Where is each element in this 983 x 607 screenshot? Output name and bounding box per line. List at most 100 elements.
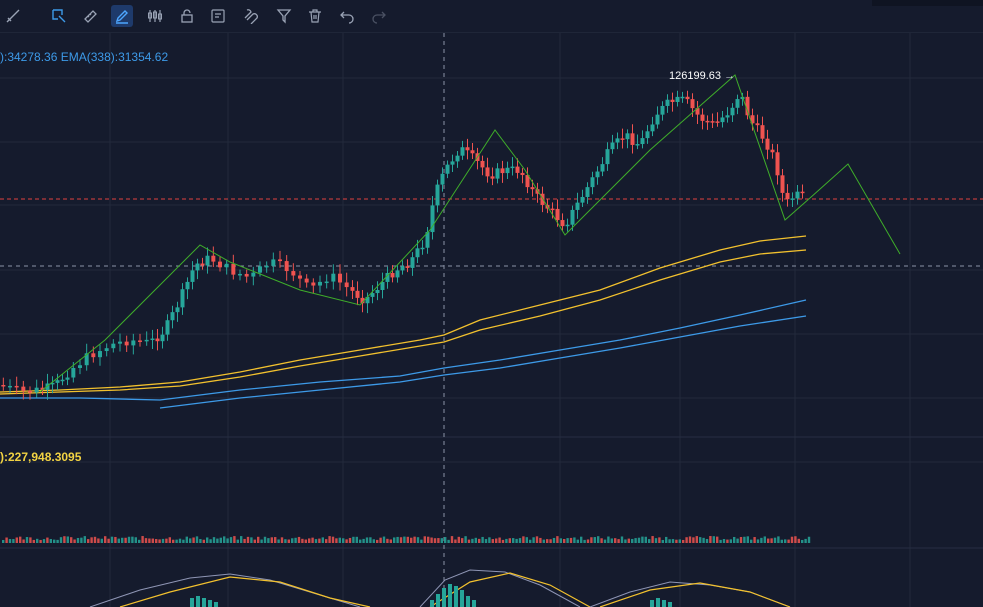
- volume-bar: [624, 539, 627, 543]
- candle-body: [155, 338, 160, 342]
- volume-bar: [767, 538, 770, 543]
- volume-bar: [223, 536, 226, 543]
- volume-indicator-label: ):227,948.3095: [0, 450, 82, 464]
- volume-bar: [161, 538, 165, 543]
- magnet-tool[interactable]: [240, 5, 262, 27]
- candle-body: [690, 99, 695, 109]
- volume-bar: [301, 538, 304, 543]
- volume-bar: [454, 539, 457, 543]
- volume-bar: [131, 536, 134, 543]
- volume-bar: [379, 537, 382, 543]
- volume-bar: [675, 539, 678, 543]
- candle-pattern-icon: [148, 10, 162, 22]
- candle-body: [650, 124, 655, 132]
- volume-bar: [365, 537, 369, 543]
- volume-bar: [668, 539, 671, 543]
- candle-body: [530, 187, 535, 190]
- candle-body: [190, 270, 195, 282]
- volume-bar: [212, 537, 216, 543]
- volume-bar: [287, 539, 290, 543]
- price-chart[interactable]: [0, 33, 983, 607]
- candle-body: [218, 261, 222, 268]
- volume-bar: [148, 538, 151, 543]
- volume-bar: [199, 539, 202, 543]
- candle-body: [291, 271, 296, 276]
- candle-body: [160, 334, 165, 342]
- volume-bar: [348, 537, 352, 543]
- volume-bar: [53, 539, 56, 543]
- candle-body: [490, 176, 495, 179]
- oscillator-line-1: [89, 573, 361, 607]
- candle-pattern-tool[interactable]: [144, 5, 166, 27]
- volume-bar: [36, 538, 39, 543]
- candle-body: [640, 138, 645, 145]
- trash-tool[interactable]: [304, 5, 326, 27]
- oscillator-line-2: [119, 576, 371, 607]
- candle-body: [580, 196, 585, 203]
- volume-bar: [359, 539, 362, 543]
- volume-bar: [321, 537, 324, 543]
- volume-bar: [121, 537, 124, 543]
- candle-body: [298, 275, 302, 279]
- candle-body: [150, 338, 155, 341]
- volume-bar: [345, 539, 348, 543]
- filter-tool[interactable]: [273, 5, 295, 27]
- edit-list-tool[interactable]: [207, 5, 229, 27]
- volume-bar: [780, 539, 783, 543]
- volume-bar: [461, 538, 464, 543]
- volume-bar: [233, 536, 236, 543]
- volume-bar: [471, 538, 474, 543]
- volume-bar: [600, 538, 603, 543]
- volume-bar: [430, 537, 433, 543]
- oscillator-bar: [430, 600, 434, 607]
- volume-bar: [206, 537, 209, 543]
- volume-bar: [138, 539, 141, 543]
- crosshair-tool[interactable]: [2, 5, 24, 27]
- volume-bar: [474, 537, 477, 543]
- candle-body: [440, 173, 445, 185]
- candle-body: [635, 144, 640, 146]
- pen-draw-tool[interactable]: [111, 5, 133, 27]
- candle-body: [165, 320, 170, 335]
- oscillator-bar: [436, 594, 440, 607]
- volume-bar: [750, 539, 753, 543]
- volume-bar: [518, 538, 522, 543]
- volume-bar: [311, 537, 314, 543]
- candle-body: [520, 172, 525, 176]
- oscillator-bar: [650, 600, 654, 607]
- ruler-tool[interactable]: [79, 5, 101, 27]
- volume-bar: [42, 539, 46, 543]
- volume-bar: [651, 536, 654, 543]
- volume-bar: [777, 536, 780, 543]
- candle-body: [311, 282, 316, 286]
- select-tool[interactable]: [48, 5, 70, 27]
- volume-bar: [104, 536, 107, 543]
- candle-body: [765, 138, 770, 150]
- volume-bar: [236, 539, 239, 543]
- candle-body: [645, 131, 650, 139]
- redo-button[interactable]: [368, 5, 390, 27]
- candle-body: [324, 281, 329, 284]
- candle-body: [460, 147, 465, 156]
- oscillator-bar: [460, 590, 464, 607]
- volume-bar: [63, 536, 66, 543]
- candle-body: [550, 208, 555, 211]
- volume-bar: [641, 536, 644, 543]
- volume-bar: [413, 536, 416, 543]
- candle-body: [725, 115, 730, 118]
- volume-bar: [794, 536, 797, 543]
- candle-body: [730, 107, 735, 116]
- undo-button[interactable]: [336, 5, 358, 27]
- lock-tool[interactable]: [176, 5, 198, 27]
- volume-bar: [784, 539, 787, 543]
- volume-bar: [678, 539, 681, 543]
- volume-bar: [549, 539, 552, 543]
- volume-bar: [178, 538, 182, 543]
- volume-bar: [801, 539, 804, 543]
- candle-body: [415, 248, 420, 258]
- volume-bar: [726, 539, 729, 543]
- candle-body: [795, 191, 800, 199]
- volume-bar: [263, 536, 267, 543]
- volume-bar: [393, 537, 396, 543]
- volume-bar: [59, 537, 63, 543]
